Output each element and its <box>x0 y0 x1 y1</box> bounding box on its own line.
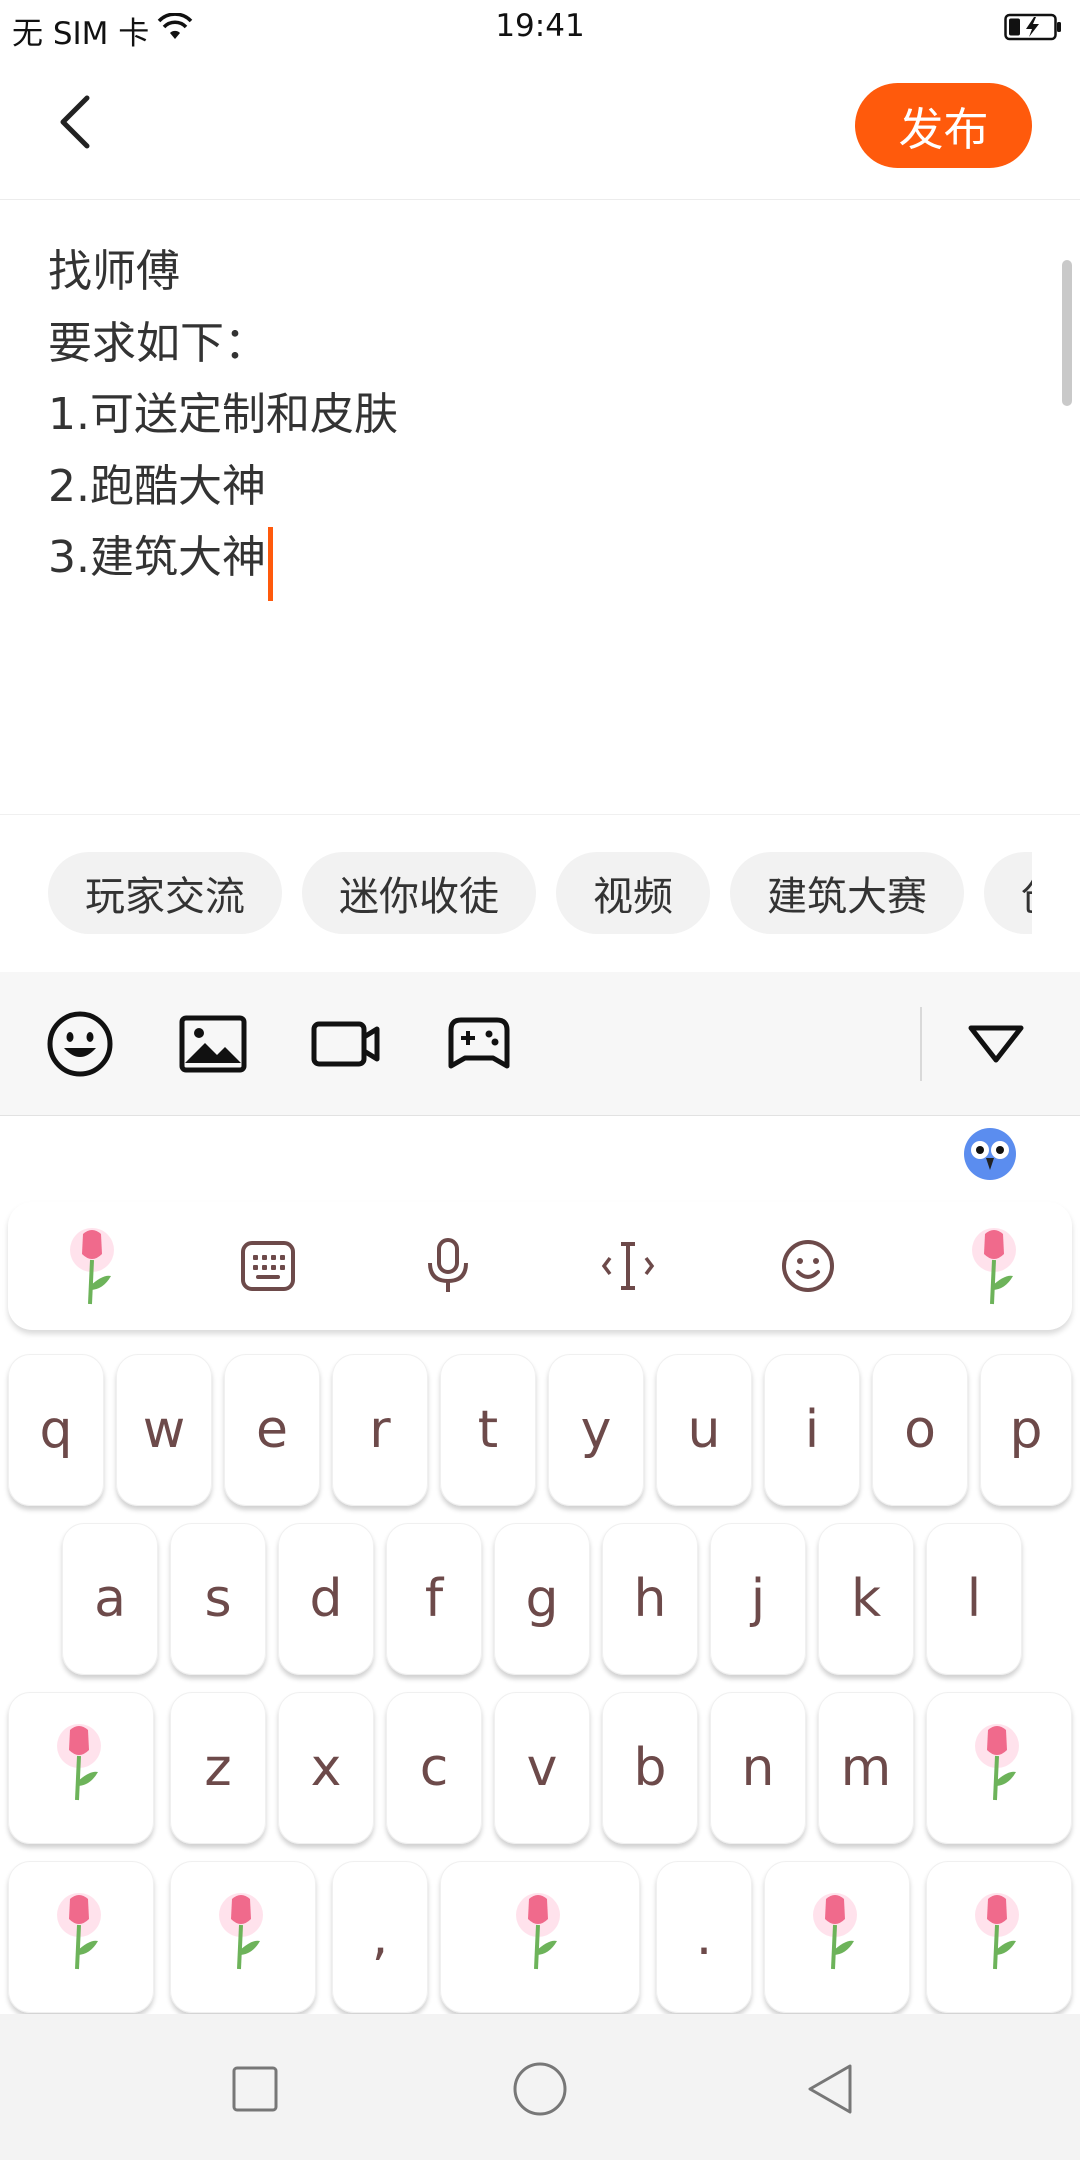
keyboard-toolbar <box>8 1202 1072 1330</box>
key-w[interactable]: w <box>116 1354 212 1506</box>
number-key[interactable] <box>170 1861 316 2013</box>
key-j[interactable]: j <box>710 1523 806 1675</box>
language-key[interactable] <box>764 1861 910 2013</box>
tulip-icon <box>964 1889 1034 1986</box>
key-o[interactable]: o <box>872 1354 968 1506</box>
post-editor[interactable]: 找师傅 要求如下： 1.可送定制和皮肤 2.跑酷大神 3.建筑大神 <box>0 200 1080 815</box>
key-c[interactable]: c <box>386 1692 482 1844</box>
post-text-area[interactable]: 找师傅 要求如下： 1.可送定制和皮肤 2.跑酷大神 3.建筑大神 <box>48 236 998 601</box>
tulip-icon[interactable] <box>956 1226 1036 1306</box>
text-line: 2.跑酷大神 <box>48 460 266 512</box>
key-z[interactable]: z <box>170 1692 266 1844</box>
symbols-key[interactable] <box>8 1861 154 2013</box>
tulip-icon <box>964 1720 1034 1817</box>
key-l[interactable]: l <box>926 1523 1022 1675</box>
topic-tags: 玩家交流 迷你收徒 视频 建筑大赛 创 <box>0 815 1080 972</box>
tag-chip[interactable]: 视频 <box>556 852 710 934</box>
key-i[interactable]: i <box>764 1354 860 1506</box>
key-r[interactable]: r <box>332 1354 428 1506</box>
publish-button[interactable]: 发布 <box>855 83 1032 168</box>
tulip-icon <box>46 1720 116 1817</box>
tulip-icon <box>505 1889 575 1986</box>
space-key[interactable] <box>440 1861 640 2013</box>
battery-charging-icon <box>1004 13 1062 41</box>
key-f[interactable]: f <box>386 1523 482 1675</box>
scrollbar-thumb[interactable] <box>1062 260 1072 406</box>
image-icon[interactable] <box>177 1008 249 1080</box>
key-e[interactable]: e <box>224 1354 320 1506</box>
toolbar-divider <box>920 1007 922 1081</box>
shift-key[interactable] <box>8 1692 154 1844</box>
key-b[interactable]: b <box>602 1692 698 1844</box>
text-caret <box>267 527 273 601</box>
back-arrow-icon <box>55 94 95 153</box>
system-nav-bar <box>0 2014 1080 2160</box>
microphone-icon[interactable] <box>408 1226 488 1306</box>
key-q[interactable]: q <box>8 1354 104 1506</box>
text-line: 找师傅 <box>48 246 180 297</box>
keyboard-icon[interactable] <box>228 1226 308 1306</box>
gamepad-icon[interactable] <box>443 1008 515 1080</box>
emoji-icon[interactable] <box>44 1008 116 1080</box>
enter-key[interactable] <box>926 1861 1072 2013</box>
tag-chip[interactable]: 建筑大赛 <box>730 852 964 934</box>
recents-square-icon[interactable] <box>220 2054 290 2124</box>
tag-chip[interactable]: 迷你收徒 <box>302 852 536 934</box>
soft-keyboard: q w e r t y u i o p a s d f g h j k l z … <box>0 1116 1080 2014</box>
cursor-icon[interactable] <box>588 1226 668 1306</box>
tag-chip[interactable]: 玩家交流 <box>48 852 282 934</box>
emoji-icon[interactable] <box>768 1226 848 1306</box>
home-circle-icon[interactable] <box>505 2054 575 2124</box>
collapse-triangle-icon[interactable] <box>960 1008 1032 1080</box>
tulip-icon <box>802 1889 872 1986</box>
text-line: 要求如下： <box>48 317 268 369</box>
video-icon[interactable] <box>310 1008 382 1080</box>
delete-key[interactable] <box>926 1692 1072 1844</box>
key-a[interactable]: a <box>62 1523 158 1675</box>
comma-key[interactable]: , <box>332 1861 428 2013</box>
key-x[interactable]: x <box>278 1692 374 1844</box>
key-m[interactable]: m <box>818 1692 914 1844</box>
text-line-last: 3.建筑大神 <box>48 522 998 601</box>
tulip-icon[interactable] <box>54 1226 134 1306</box>
tags-scroller[interactable]: 玩家交流 迷你收徒 视频 建筑大赛 创 <box>48 852 1032 934</box>
compose-toolbar <box>0 972 1080 1116</box>
text-line: 1.可送定制和皮肤 <box>48 389 398 440</box>
tulip-icon <box>208 1889 278 1986</box>
back-button[interactable] <box>40 88 110 158</box>
key-k[interactable]: k <box>818 1523 914 1675</box>
key-u[interactable]: u <box>656 1354 752 1506</box>
key-t[interactable]: t <box>440 1354 536 1506</box>
back-triangle-icon[interactable] <box>795 2054 865 2124</box>
key-g[interactable]: g <box>494 1523 590 1675</box>
key-n[interactable]: n <box>710 1692 806 1844</box>
key-y[interactable]: y <box>548 1354 644 1506</box>
key-p[interactable]: p <box>980 1354 1072 1506</box>
tag-chip[interactable]: 创 <box>984 852 1032 934</box>
period-key[interactable]: . <box>656 1861 752 2013</box>
status-time: 19:41 <box>495 8 585 44</box>
text-line: 3.建筑大神 <box>48 532 266 583</box>
key-d[interactable]: d <box>278 1523 374 1675</box>
key-v[interactable]: v <box>494 1692 590 1844</box>
key-s[interactable]: s <box>170 1523 266 1675</box>
mascot-icon[interactable] <box>962 1126 1018 1182</box>
header: 发布 <box>0 58 1080 200</box>
key-h[interactable]: h <box>602 1523 698 1675</box>
status-bar: 无 SIM 卡 19:41 <box>0 0 1080 58</box>
tulip-icon <box>46 1889 116 1986</box>
